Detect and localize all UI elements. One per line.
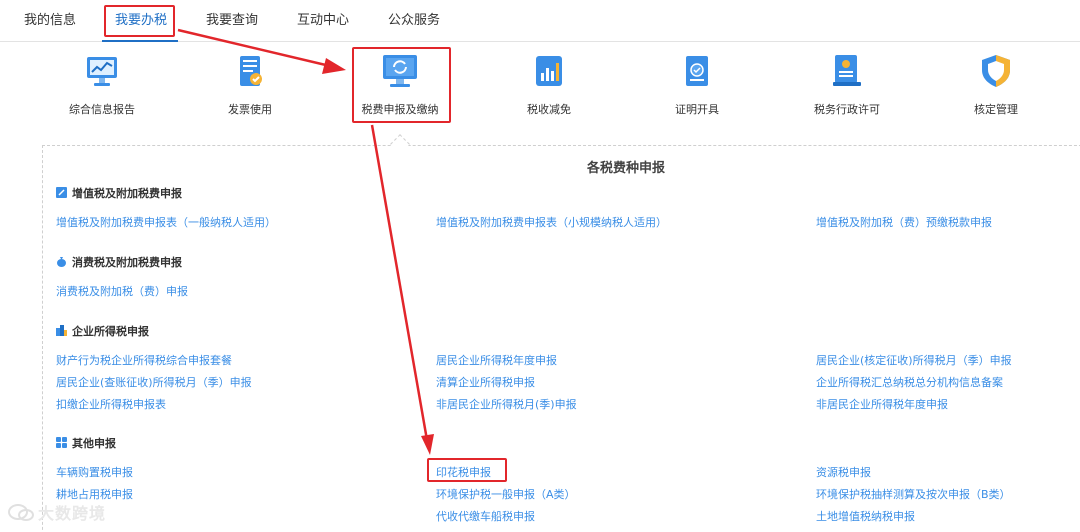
tax-filing-panel (42, 145, 1080, 532)
license-icon (833, 55, 861, 86)
category-label: 税收减免 (527, 103, 571, 116)
bar-chart-icon (536, 56, 562, 86)
link-consumption-tax[interactable]: 消费税及附加税（费）申报 (56, 284, 188, 300)
link-env-tax-sampling[interactable]: 环境保护税抽样测算及按次申报（B类） (816, 487, 1011, 503)
active-tab-indicator (102, 40, 178, 42)
watermark-text: 大数跨境 (38, 504, 107, 523)
monitor-refresh-icon (383, 55, 417, 87)
chat-bubble-icon (8, 504, 34, 521)
certificate-icon (686, 56, 708, 86)
link-stamp-duty[interactable]: 印花税申报 (436, 465, 491, 481)
link-cit-nonresident-annual[interactable]: 非居民企业所得税年度申报 (816, 397, 948, 413)
panel-title: 各税费种申报 (586, 161, 665, 176)
category-assessment-management[interactable]: 核定管理 (931, 53, 1061, 117)
top-navigation: 我的信息 我要办税 我要查询 互动中心 公众服务 (0, 0, 1080, 42)
section-heading-vat: 增值税及附加税费申报 (56, 186, 182, 202)
category-administrative-license[interactable]: 税务行政许可 (782, 53, 912, 117)
category-comprehensive-report[interactable]: 综合信息报告 (37, 53, 167, 117)
link-cit-resident-annual[interactable]: 居民企业所得税年度申报 (436, 353, 557, 369)
category-tax-reduction[interactable]: 税收减免 (484, 53, 614, 117)
tab-my-info[interactable]: 我的信息 (24, 0, 76, 42)
tab-handle-tax[interactable]: 我要办税 (115, 0, 167, 42)
section-heading-label: 消费税及附加税费申报 (72, 256, 182, 269)
link-vat-general[interactable]: 增值税及附加税费申报表（一般纳税人适用） (56, 215, 276, 231)
link-vehicle-vessel-tax[interactable]: 代收代缴车船税申报 (436, 509, 535, 525)
category-label: 发票使用 (228, 103, 272, 116)
tab-public-service[interactable]: 公众服务 (388, 0, 440, 42)
section-heading-label: 增值税及附加税费申报 (72, 187, 182, 200)
category-label: 税费申报及缴纳 (361, 103, 439, 116)
category-label: 核定管理 (974, 103, 1018, 116)
monitor-chart-icon (87, 57, 117, 86)
link-cit-nonresident-quarterly[interactable]: 非居民企业所得税月(季)申报 (436, 397, 577, 413)
category-icon-row: 综合信息报告 发票使用 税费申报及缴纳 税收减免 证明开具 税务行政许可 核定管… (0, 43, 1080, 133)
tab-interaction-center[interactable]: 互动中心 (297, 0, 349, 42)
link-cit-package[interactable]: 财产行为税企业所得税综合申报套餐 (56, 353, 232, 369)
invoice-icon (240, 56, 262, 86)
link-resource-tax[interactable]: 资源税申报 (816, 465, 871, 481)
category-label: 综合信息报告 (69, 103, 135, 116)
link-cit-resident-audited[interactable]: 居民企业(查账征收)所得税月（季）申报 (56, 375, 252, 391)
watermark: 大数跨境 (8, 500, 106, 524)
grid-icon (56, 437, 67, 448)
link-cit-liquidation[interactable]: 清算企业所得税申报 (436, 375, 535, 391)
link-vat-small-scale[interactable]: 增值税及附加税费申报表（小规模纳税人适用） (436, 215, 667, 231)
link-env-tax-general[interactable]: 环境保护税一般申报（A类） (436, 487, 576, 503)
category-certificate-issuing[interactable]: 证明开具 (632, 53, 762, 117)
link-land-value-added-tax[interactable]: 土地增值税纳税申报 (816, 509, 915, 525)
link-cit-withholding[interactable]: 扣缴企业所得税申报表 (56, 397, 166, 413)
link-cit-consolidated-filing[interactable]: 企业所得税汇总纳税总分机构信息备案 (816, 375, 1003, 391)
category-tax-filing-payment[interactable]: 税费申报及缴纳 (335, 53, 465, 117)
section-heading-other: 其他申报 (56, 436, 116, 452)
tab-query[interactable]: 我要查询 (206, 0, 258, 42)
link-vat-prepayment[interactable]: 增值税及附加税（费）预缴税款申报 (816, 215, 992, 231)
category-label: 税务行政许可 (814, 103, 880, 116)
section-heading-label: 其他申报 (72, 437, 116, 450)
category-invoice-use[interactable]: 发票使用 (185, 53, 315, 117)
section-heading-label: 企业所得税申报 (72, 325, 149, 338)
link-vehicle-purchase-tax[interactable]: 车辆购置税申报 (56, 465, 133, 481)
building-icon (56, 325, 67, 336)
link-cit-resident-assessed[interactable]: 居民企业(核定征收)所得税月（季）申报 (816, 353, 1012, 369)
shield-icon (982, 55, 1010, 87)
edit-icon (56, 187, 67, 198)
section-heading-consumption: 消费税及附加税费申报 (56, 255, 182, 271)
category-label: 证明开具 (675, 103, 719, 116)
section-heading-corporate-income: 企业所得税申报 (56, 324, 149, 340)
money-bag-icon (57, 257, 66, 267)
